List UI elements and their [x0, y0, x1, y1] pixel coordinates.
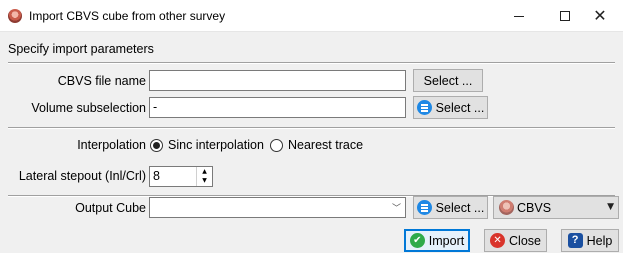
- volume-subselection-label: Volume subselection: [31, 101, 146, 115]
- check-icon: ✔: [409, 233, 425, 248]
- select-label: Select ...: [435, 100, 485, 115]
- volume-subselection-select-button[interactable]: Select ...: [413, 96, 488, 119]
- output-cube-combo[interactable]: ﹀: [149, 197, 406, 218]
- minimize-icon: [514, 15, 524, 17]
- spin-up-icon[interactable]: ▲: [197, 167, 212, 176]
- output-format-value: CBVS: [517, 200, 552, 215]
- cbvs-file-select-button[interactable]: Select ...: [413, 69, 483, 92]
- cbvs-file-input[interactable]: [149, 70, 406, 91]
- minimize-button[interactable]: [496, 0, 542, 32]
- help-button[interactable]: ? Help: [561, 229, 619, 252]
- nearest-trace-label: Nearest trace: [288, 138, 364, 152]
- output-cube-label: Output Cube: [75, 201, 146, 215]
- divider: [8, 127, 615, 129]
- sinc-interpolation-radio[interactable]: [150, 139, 163, 152]
- title-bar: Import CBVS cube from other survey ✕: [0, 0, 623, 32]
- lateral-stepout-label: Lateral stepout (Inl/Crl): [18, 169, 146, 183]
- app-cube-icon: [8, 9, 22, 23]
- spin-buttons: ▲ ▼: [196, 167, 212, 186]
- import-button[interactable]: ✔ Import: [404, 229, 470, 252]
- output-format-combo[interactable]: CBVS ▼: [493, 196, 619, 219]
- lateral-stepout-spinbox[interactable]: 8 ▲ ▼: [149, 166, 213, 187]
- close-icon: ✕: [593, 6, 607, 25]
- select-label: Select ...: [435, 200, 485, 215]
- output-cube-select-button[interactable]: Select ...: [413, 196, 488, 219]
- spin-down-icon[interactable]: ▼: [197, 176, 212, 185]
- volume-subselection-input[interactable]: -: [149, 97, 406, 118]
- chevron-down-icon: ﹀: [391, 204, 401, 214]
- help-icon: ?: [567, 233, 583, 248]
- section-header: Specify import parameters: [8, 42, 154, 56]
- import-label: Import: [428, 233, 465, 248]
- divider: [8, 62, 615, 64]
- cube-icon: [499, 200, 514, 215]
- dropdown-arrow-icon: ▼: [607, 202, 614, 212]
- interpolation-label: Interpolation: [77, 138, 146, 152]
- list-icon: [416, 100, 432, 115]
- close-label: Close: [509, 233, 541, 248]
- close-button[interactable]: ✕ Close: [484, 229, 547, 252]
- close-window-button[interactable]: ✕: [577, 0, 623, 32]
- help-label: Help: [586, 233, 613, 248]
- window-title: Import CBVS cube from other survey: [29, 9, 226, 23]
- nearest-trace-radio[interactable]: [270, 139, 283, 152]
- list-icon: [416, 200, 432, 215]
- maximize-icon: [560, 11, 570, 21]
- close-circle-icon: ✕: [490, 233, 506, 248]
- cbvs-file-label: CBVS file name: [57, 74, 146, 88]
- select-label: Select ...: [423, 73, 473, 88]
- sinc-interpolation-label: Sinc interpolation: [168, 138, 264, 152]
- lateral-stepout-value: 8: [153, 169, 160, 183]
